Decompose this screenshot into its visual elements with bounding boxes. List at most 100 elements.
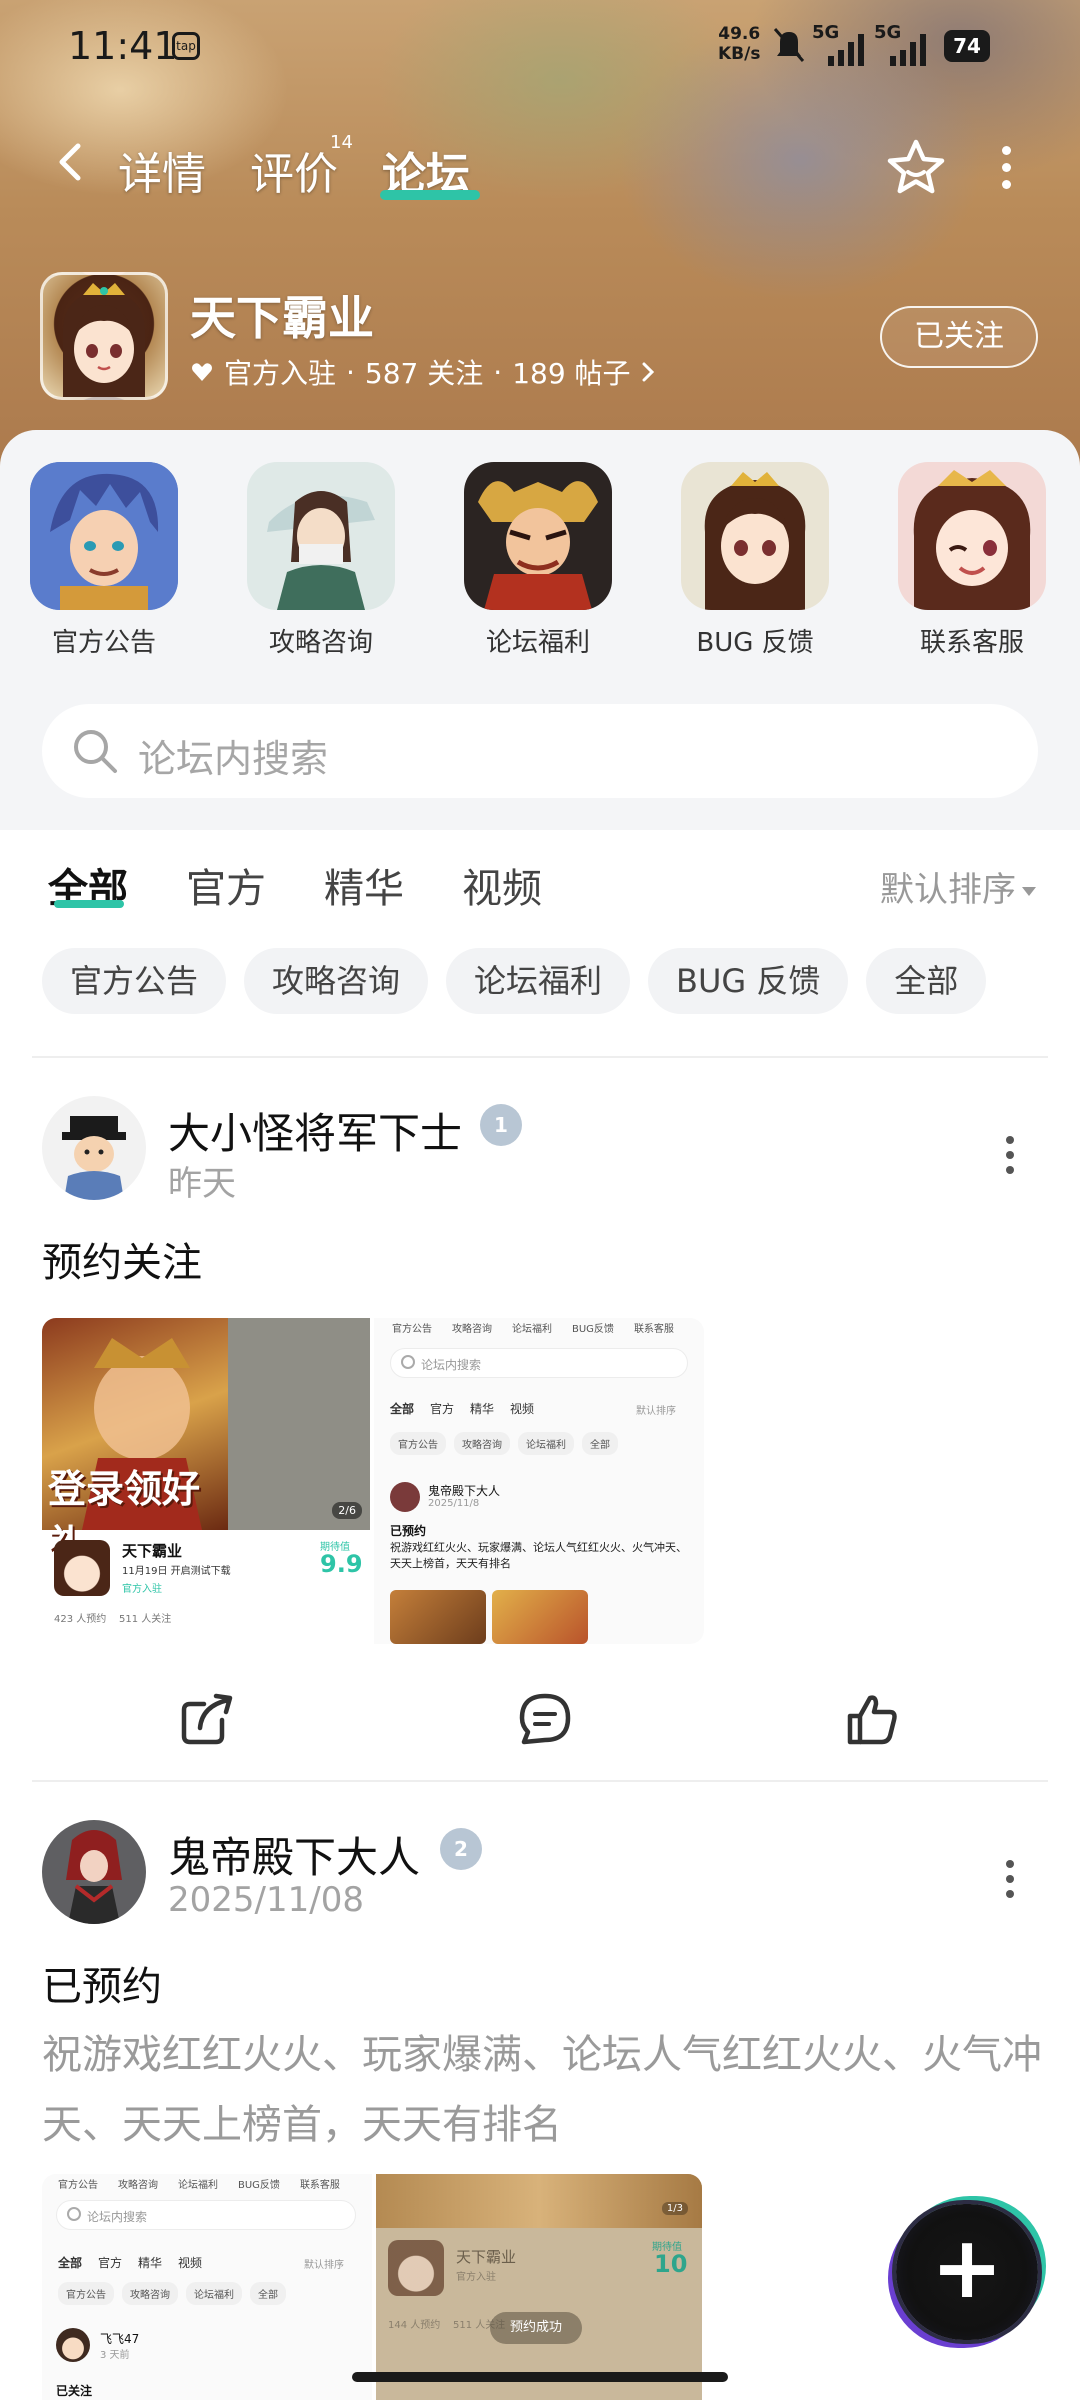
post-title: 已预约 [42, 1964, 162, 2010]
mini-chip: 官方公告 [390, 1432, 446, 1455]
category-benefits-label: 论坛福利 [485, 628, 590, 658]
category-row: 官方公告 攻略咨询 论坛福利 BUG 反馈 联系客服 [0, 462, 1080, 662]
share-icon[interactable] [178, 1690, 236, 1748]
filter-tab-featured[interactable]: 精华 [324, 856, 404, 914]
post-author[interactable]: 大小怪将军下士 [168, 1100, 462, 1161]
post-author[interactable]: 鬼帝殿下大人 [168, 1824, 420, 1885]
tab-reviews[interactable]: 评价 [250, 138, 338, 202]
category-announcements-icon [30, 462, 178, 610]
search-icon [74, 730, 117, 773]
mini-search-icon [67, 2207, 81, 2221]
mini-author: 鬼帝殿下大人 [428, 1484, 501, 1498]
post-image[interactable]: 官方公告 攻略咨询 论坛福利 BUG反馈 联系客服 论坛内搜索 全部 官方 精华… [374, 1318, 704, 1644]
mini-game-logo [54, 1540, 110, 1596]
mini-chip: 论坛福利 [518, 1432, 574, 1455]
category-bug-report-label: BUG 反馈 [696, 628, 814, 658]
divider [32, 1056, 1048, 1058]
tap-app-icon: tap [172, 32, 200, 60]
category-bug-report-icon [681, 462, 829, 610]
active-tab-indicator [380, 190, 480, 200]
post-actions [0, 1690, 1080, 1780]
category-announcements[interactable]: 官方公告 [14, 462, 194, 659]
more-options-icon[interactable] [1000, 146, 1012, 190]
chip-bug-report[interactable]: BUG 反馈 [648, 948, 849, 1014]
follow-button[interactable]: 已关注 [880, 306, 1038, 368]
mini-avatar [56, 2328, 90, 2362]
mini-sort: 默认排序 [636, 1406, 676, 1417]
mini-tabs: 全部 官方 精华 视频 [58, 2254, 202, 2271]
category-benefits[interactable]: 论坛福利 [448, 462, 628, 659]
mini-cat: BUG反馈 [238, 2180, 280, 2191]
category-bug-report[interactable]: BUG 反馈 [665, 462, 845, 659]
mini-tab: 视频 [178, 2256, 203, 2270]
mini-category-row: 官方公告 攻略咨询 论坛福利 BUG反馈 联系客服 [392, 1320, 674, 1335]
meta-separator: · [493, 355, 503, 389]
mini-image [492, 1590, 588, 1644]
post-time: 2025/11/08 [168, 1880, 364, 1920]
category-guides[interactable]: 攻略咨询 [231, 462, 411, 659]
followers-count: 587 关注 [364, 357, 484, 390]
posts-count: 189 帖子 [512, 357, 631, 390]
filter-tab-video[interactable]: 视频 [462, 856, 542, 914]
mini-sort: 默认排序 [304, 2260, 344, 2271]
official-badge-text: 官方入驻 [224, 357, 337, 390]
forum-search-bar[interactable]: 论坛内搜索 [42, 704, 1038, 798]
home-indicator [352, 2372, 728, 2382]
forum-sheet: 官方公告 攻略咨询 论坛福利 BUG 反馈 联系客服 论坛内搜索 [0, 430, 1080, 830]
filter-tab-indicator [54, 900, 124, 908]
post-image[interactable]: 登录领好礼 2/6 天下霸业 11月19日 开启测试下载 官方入驻 期待值 9.… [42, 1318, 370, 1644]
chip-benefits[interactable]: 论坛福利 [446, 948, 631, 1014]
game-logo [40, 272, 168, 400]
toast-message: 预约成功 [490, 2312, 582, 2344]
post-body: 祝游戏红红火火、玩家爆满、论坛人气红红火火、火气冲天、天天上榜首，天天有排名 [42, 2032, 1042, 2148]
category-customer-service[interactable]: 联系客服 [882, 462, 1062, 659]
caret-down-icon [1022, 887, 1036, 896]
back-arrow-icon[interactable] [52, 142, 92, 182]
avatar[interactable] [42, 1820, 146, 1924]
mini-cat: 论坛福利 [178, 2180, 218, 2191]
post-title: 预约关注 [42, 1240, 202, 1286]
create-post-button[interactable]: + [896, 2204, 1038, 2340]
post-image[interactable]: 官方公告 攻略咨询 论坛福利 BUG反馈 联系客服 论坛内搜索 全部 官方 精华… [42, 2174, 372, 2400]
tab-details[interactable]: 详情 [118, 138, 206, 202]
mini-tab: 精华 [138, 2256, 163, 2270]
chip-guides[interactable]: 攻略咨询 [244, 948, 429, 1014]
mini-image [390, 1590, 486, 1644]
mini-stats: 144 人预约 511 人关注 [388, 2320, 506, 2331]
favorite-star-icon[interactable] [884, 136, 948, 200]
avatar[interactable] [42, 1096, 146, 1200]
game-meta[interactable]: 官方入驻 · 587 关注 · 189 帖子 [190, 352, 655, 392]
mini-cat: 官方公告 [392, 1324, 432, 1335]
mini-chip: 攻略咨询 [122, 2282, 178, 2305]
image-side-panel: 2/6 [228, 1318, 370, 1530]
mini-title: 已预约 [390, 1524, 427, 1538]
mini-stats: 423 人预约 511 人关注 [54, 1614, 172, 1625]
game-banner-header: 11:41 tap 49.6 KB/s 5G 5G 74 详情 评价 14 论坛 [0, 0, 1080, 470]
like-thumb-icon[interactable] [842, 1690, 900, 1748]
image-banner-art [376, 2174, 702, 2228]
status-bar: 11:41 tap 49.6 KB/s 5G 5G 74 [0, 18, 1080, 78]
status-time: 11:41 [68, 24, 178, 68]
mini-search: 论坛内搜索 [56, 2200, 356, 2230]
category-guides-icon [247, 462, 395, 610]
category-announcements-label: 官方公告 [51, 628, 156, 658]
net-speed-unit: KB/s [718, 44, 761, 64]
mini-date: 3 天前 [100, 2350, 130, 2361]
mini-search-text: 论坛内搜索 [421, 1358, 482, 1372]
mini-tab: 官方 [430, 1402, 455, 1416]
mini-date: 2025/11/8 [428, 1498, 480, 1509]
mini-tab: 全部 [390, 1402, 415, 1416]
sort-label: 默认排序 [880, 870, 1016, 910]
comment-icon[interactable] [516, 1690, 574, 1748]
user-level-badge: 1 [480, 1104, 522, 1146]
post-more-icon[interactable] [1006, 1136, 1016, 1181]
game-title: 天下霸业 [190, 291, 374, 345]
post-more-icon[interactable] [1006, 1860, 1016, 1905]
filter-tab-official[interactable]: 官方 [186, 856, 266, 914]
mini-cat: 攻略咨询 [452, 1324, 492, 1335]
chip-all[interactable]: 全部 [866, 948, 987, 1014]
chip-announcements[interactable]: 官方公告 [42, 948, 227, 1014]
mini-chip: 全部 [582, 1432, 618, 1455]
post-image[interactable]: 1/3 天下霸业 官方入驻 期待值 10 144 人预约 511 人关注 预约成… [376, 2174, 702, 2400]
sort-dropdown[interactable]: 默认排序 [880, 862, 1036, 911]
